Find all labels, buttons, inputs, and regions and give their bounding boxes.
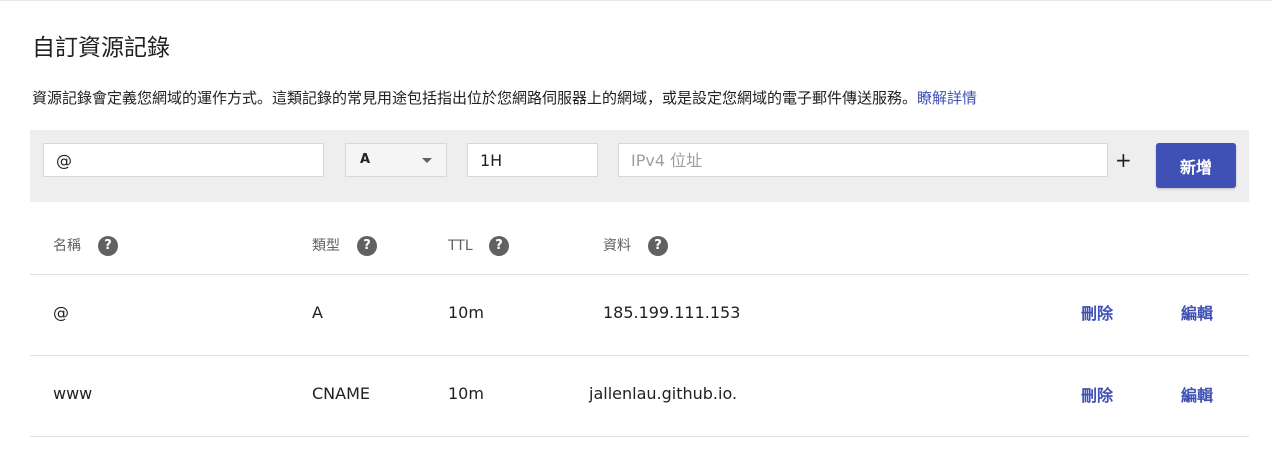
add-button[interactable]: 新增 [1156, 143, 1236, 188]
add-record-form: A + 新增 [30, 130, 1249, 202]
column-header-type: 類型 [312, 238, 340, 254]
page-description: 資源記錄會定義您網域的運作方式。這類記錄的常見用途包括指出位於您網路伺服器上的網… [32, 86, 977, 110]
description-text: 資源記錄會定義您網域的運作方式。這類記錄的常見用途包括指出位於您網路伺服器上的網… [32, 89, 918, 107]
type-select-value: A [360, 152, 371, 167]
record-name: @ [53, 303, 69, 322]
learn-more-link[interactable]: 瞭解詳情 [917, 89, 977, 107]
ttl-input[interactable] [467, 143, 598, 177]
record-type: CNAME [312, 384, 370, 403]
record-name: www [53, 384, 93, 403]
column-header-ttl: TTL [448, 238, 473, 254]
top-divider [0, 0, 1272, 1]
caret-down-icon [422, 158, 432, 163]
add-more-data-button[interactable]: + [1115, 148, 1132, 172]
column-header-name: 名稱 [53, 238, 81, 254]
record-type: A [312, 303, 323, 322]
edit-button[interactable]: 編輯 [1181, 385, 1213, 407]
record-data: jallenlau.github.io. [589, 384, 738, 403]
record-ttl: 10m [448, 303, 484, 322]
help-circle-icon[interactable]: ? [489, 236, 509, 256]
record-data: 185.199.111.153 [603, 303, 741, 322]
divider [30, 355, 1249, 356]
divider [30, 274, 1249, 275]
help-circle-icon[interactable]: ? [357, 236, 377, 256]
delete-button[interactable]: 刪除 [1081, 385, 1113, 407]
help-circle-icon[interactable]: ? [648, 236, 668, 256]
delete-button[interactable]: 刪除 [1081, 303, 1113, 325]
column-header-data: 資料 [603, 238, 631, 254]
page-title: 自訂資源記錄 [32, 35, 170, 61]
type-select[interactable]: A [345, 143, 447, 177]
edit-button[interactable]: 編輯 [1181, 303, 1213, 325]
help-circle-icon[interactable]: ? [98, 236, 118, 256]
data-input[interactable] [618, 143, 1108, 177]
name-input[interactable] [43, 143, 324, 177]
divider [30, 436, 1249, 437]
record-ttl: 10m [448, 384, 484, 403]
